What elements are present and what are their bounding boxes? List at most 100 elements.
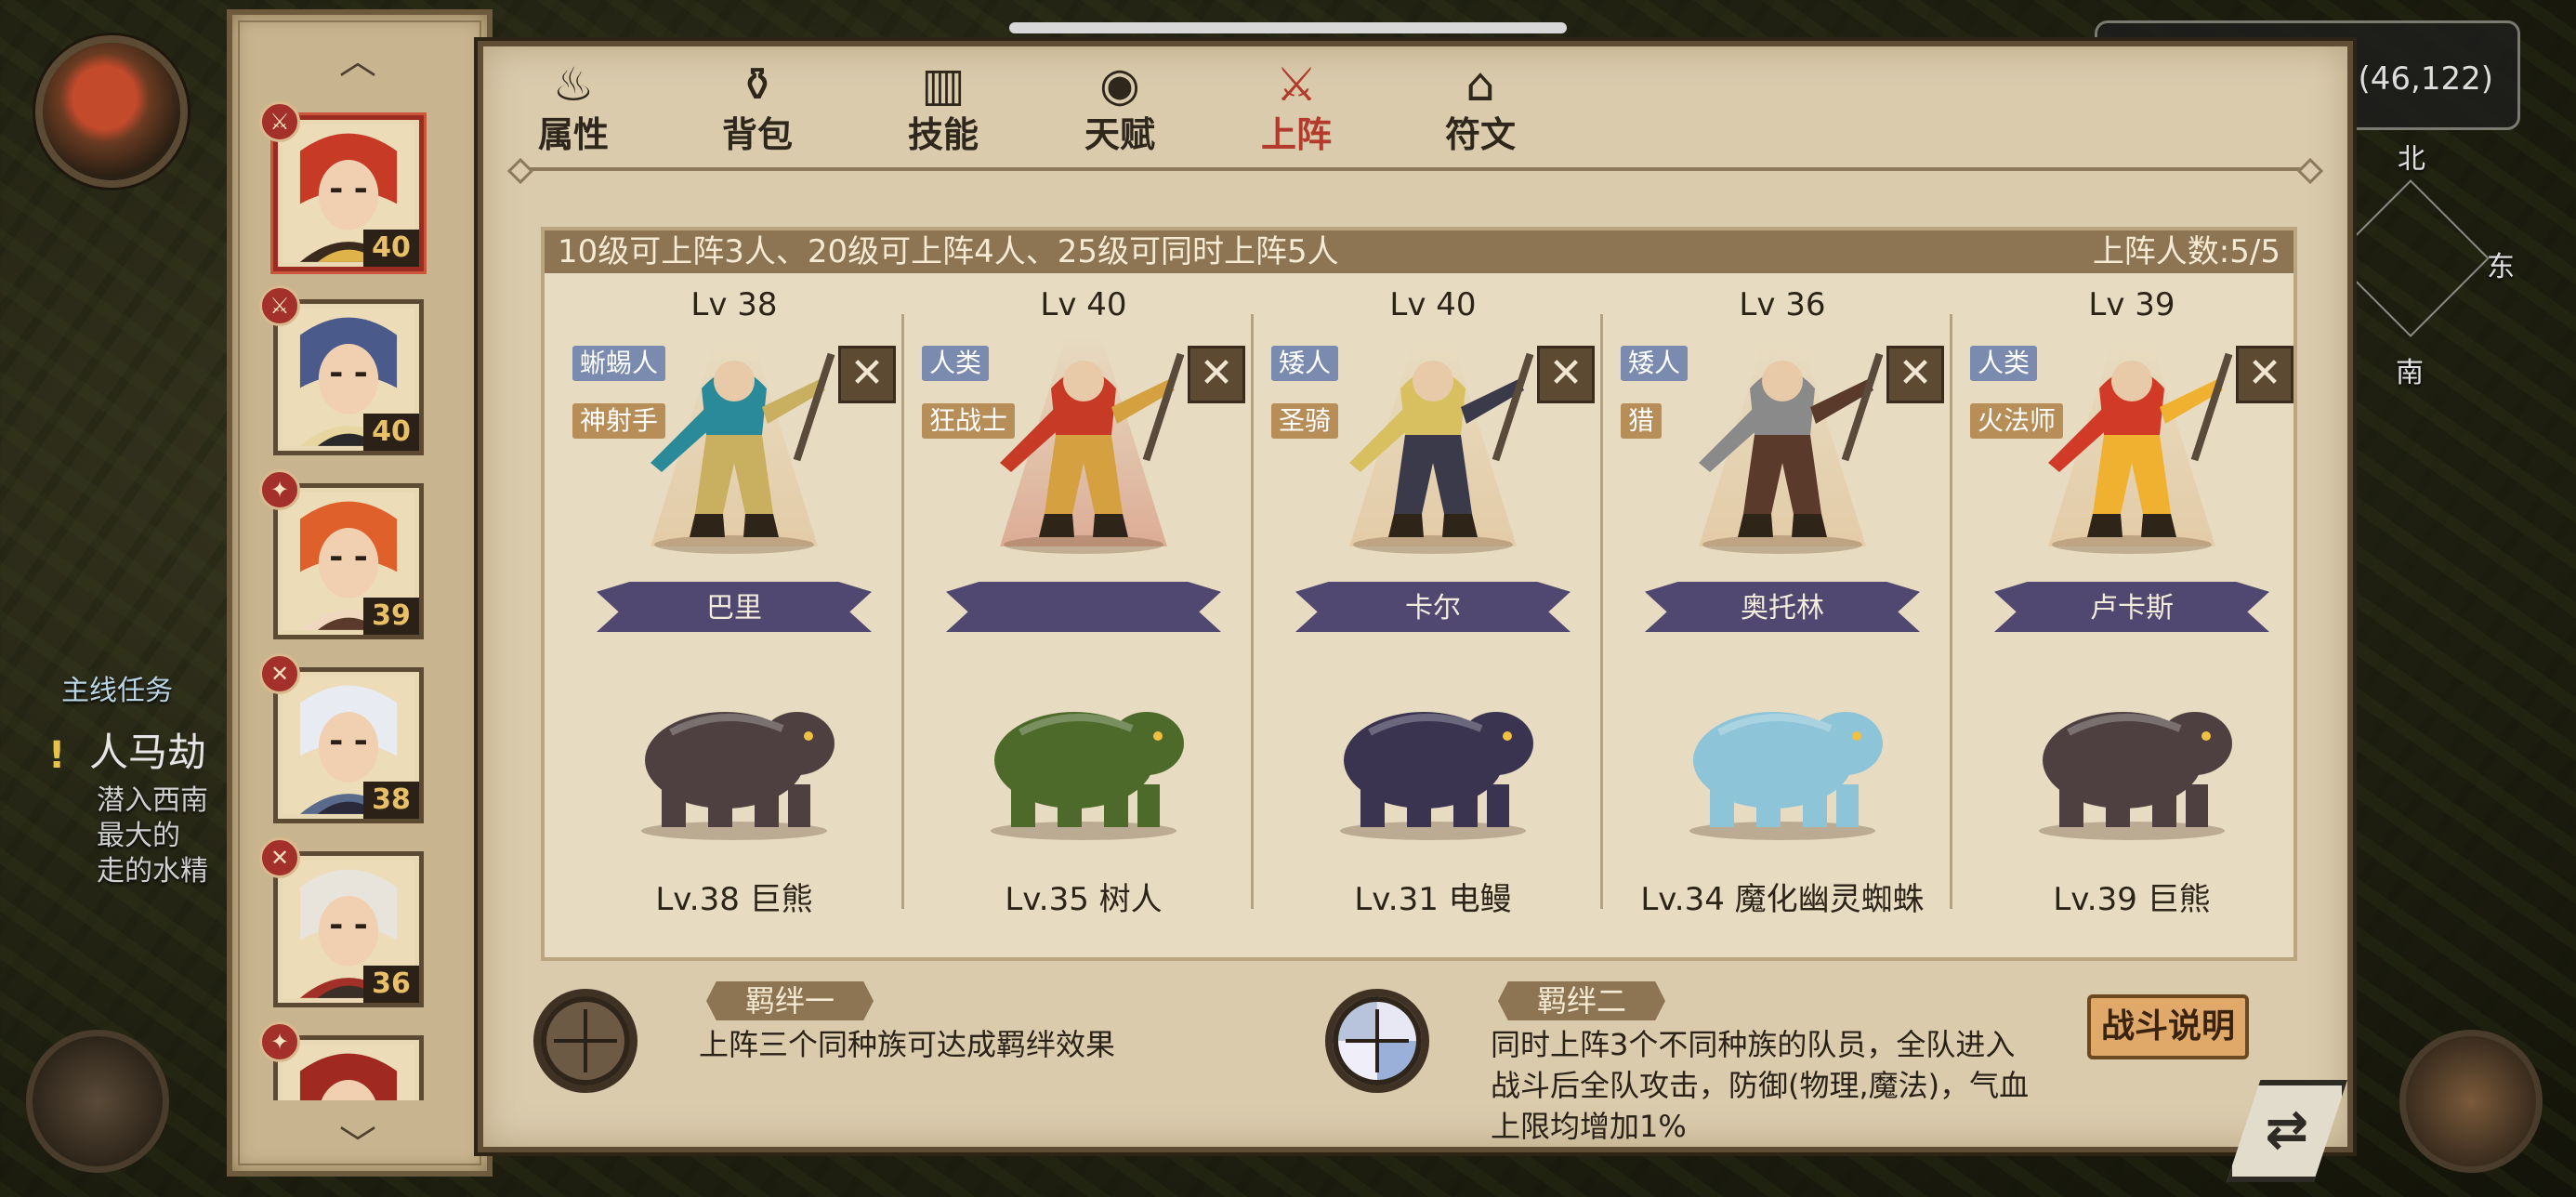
- lineup-rule-text: 10级可上阵3人、20级可上阵4人、25级可同时上阵5人: [558, 233, 1339, 270]
- lineup-slot[interactable]: Lv 38 蜥蜴人 神射手 ✕ 巴里 Lv.38 巨熊: [559, 286, 909, 955]
- hero-level-badge: 40: [363, 230, 419, 267]
- hero-portrait: [283, 1045, 414, 1100]
- hero-name: 奥托林: [1741, 592, 1824, 625]
- hero-level-badge: 38: [363, 782, 419, 819]
- tab-label: 属性: [537, 114, 609, 155]
- hero-figure[interactable]: [963, 323, 1204, 556]
- tab-flame[interactable]: ♨ 属性: [504, 54, 643, 165]
- bond-one-title: 羁绊一: [706, 981, 874, 1020]
- bond-one-icon[interactable]: [533, 989, 637, 1093]
- hero-card-orange-haired-mage[interactable]: ✦ 39: [259, 469, 424, 639]
- quest-title: 人马劫: [89, 730, 207, 775]
- hero-card-white-wolf-beast[interactable]: ✕ 38: [259, 653, 424, 823]
- chevron-down-icon[interactable]: ﹀: [330, 1126, 386, 1164]
- remove-hero-button[interactable]: ✕: [2236, 346, 2293, 403]
- slot-divider: [901, 314, 904, 909]
- remove-hero-button[interactable]: ✕: [1188, 346, 1245, 403]
- lineup-slot[interactable]: Lv 36 矮人猎 ✕ 奥托林 Lv.34 魔化幽灵蜘蛛: [1608, 286, 1957, 955]
- home-indicator: [1009, 22, 1567, 33]
- tab-book[interactable]: ▥ 技能: [874, 54, 1013, 165]
- tab-label: 背包: [721, 114, 793, 155]
- bond-two-line: 同时上阵3个不同种族的队员，全队进入: [1491, 1027, 2016, 1062]
- hero-figure[interactable]: [1662, 323, 1903, 556]
- hud-bag-button[interactable]: [26, 1030, 169, 1173]
- race-tag: 蜥蜴人: [572, 346, 666, 381]
- lineup-header: 10级可上阵3人、20级可上阵4人、25级可同时上阵5人 上阵人数:5/5: [545, 230, 2293, 273]
- pet-figure[interactable]: [1663, 658, 1901, 844]
- slot-hero-level: Lv 39: [2088, 286, 2175, 323]
- bond-two-description: 同时上阵3个不同种族的队员，全队进入 战斗后全队攻击，防御(物理,魔法)，气血 …: [1491, 1024, 2029, 1147]
- lineup-count: 上阵人数:5/5: [2092, 233, 2280, 270]
- hero-class-badge-icon: ✦: [259, 1021, 300, 1062]
- class-tag: 猎: [1621, 403, 1663, 439]
- hero-class-badge-icon: ✕: [259, 653, 300, 694]
- tab-crossed-swords[interactable]: ⚔ 上阵: [1227, 54, 1366, 165]
- hero-card-red-haired-warrior[interactable]: ⚔ 40: [259, 101, 424, 271]
- remove-hero-button[interactable]: ✕: [1886, 346, 1944, 403]
- race-tag: 矮人: [1621, 346, 1689, 381]
- lineup-slot[interactable]: Lv 40 矮人 圣骑 ✕ 卡尔 Lv.31 电鳗: [1258, 286, 1608, 955]
- quest-section-label: 主线任务: [61, 675, 173, 707]
- lineup-slot[interactable]: Lv 39 人类火法师 ✕ 卢卡斯 Lv.39 巨熊: [1957, 286, 2307, 955]
- hero-level-badge: 39: [363, 598, 419, 635]
- tab-bar: ♨ 属性 ⚱ 背包 ▥ 技能 ◉ 天赋 ⚔ 上阵 ⌂ 符文: [483, 46, 2347, 158]
- remove-hero-button[interactable]: ✕: [1537, 346, 1595, 403]
- bond-two-icon[interactable]: [1325, 989, 1429, 1093]
- quest-tracker[interactable]: 人马劫 潜入西南 最大的 走的水精: [48, 721, 234, 889]
- hero-class-badge-icon: ✕: [259, 837, 300, 878]
- hero-card-armored-knight[interactable]: ⚔ 40: [259, 285, 424, 455]
- slot-divider: [1251, 314, 1254, 909]
- hero-figure[interactable]: [2011, 323, 2253, 556]
- tab-label: 上阵: [1260, 114, 1332, 155]
- pet-name: Lv.34 魔化幽灵蜘蛛: [1640, 881, 1925, 918]
- tab-divider: [520, 167, 2310, 171]
- class-tag: 火法师: [1970, 403, 2064, 439]
- hero-name-banner: 卢卡斯: [1994, 582, 2269, 632]
- pet-figure[interactable]: [1314, 658, 1552, 844]
- hero-card-white-dwarf[interactable]: ✕ 36: [259, 837, 424, 1007]
- tab-bag[interactable]: ⚱ 背包: [688, 54, 827, 165]
- hero-name: [946, 582, 1221, 632]
- book-icon: ▥: [921, 58, 966, 112]
- hero-card-red-hat-figure[interactable]: ✦: [259, 1021, 424, 1100]
- pet-name: Lv.31 电鳗: [1354, 881, 1512, 918]
- chevron-up-icon[interactable]: ︿: [330, 43, 386, 80]
- hero-name-banner: 卡尔: [1295, 582, 1571, 632]
- quest-line: 最大的: [97, 820, 180, 852]
- pet-figure[interactable]: [965, 658, 1203, 844]
- hero-figure[interactable]: [1312, 323, 1554, 556]
- class-tag: 神射手: [572, 403, 666, 439]
- tab-label: 天赋: [1084, 114, 1155, 155]
- lineup-frame: 10级可上阵3人、20级可上阵4人、25级可同时上阵5人 上阵人数:5/5 Lv…: [541, 227, 2297, 961]
- bag-icon: ⚱: [738, 58, 777, 112]
- hero-name: 巴里: [706, 592, 762, 625]
- tab-label: 符文: [1444, 114, 1516, 155]
- pet-name: Lv.38 巨熊: [655, 881, 813, 918]
- crossed-swords-icon: ⚔: [1275, 58, 1318, 112]
- hero-name-banner: 奥托林: [1645, 582, 1920, 632]
- eye-icon: ◉: [1099, 58, 1140, 112]
- hero-list: ⚔ 40 ⚔ 40 ✦ 39 ✕ 38 ✕ 36 ✦: [232, 87, 487, 1100]
- pet-figure[interactable]: [2013, 658, 2251, 844]
- slot-hero-level: Lv 40: [1040, 286, 1127, 323]
- tab-rune[interactable]: ⌂ 符文: [1411, 54, 1550, 165]
- quest-line: 走的水精: [97, 855, 208, 888]
- bond-one-description: 上阵三个同种族可达成羁绊效果: [699, 1027, 1116, 1062]
- remove-hero-button[interactable]: ✕: [838, 346, 896, 403]
- pet-name: Lv.35 树人: [1005, 881, 1163, 918]
- battle-help-button[interactable]: 战斗说明: [2087, 994, 2249, 1059]
- tab-eye[interactable]: ◉ 天赋: [1050, 54, 1189, 165]
- lineup-slot[interactable]: Lv 40 人类 狂战士 ✕ Lv.35 树人: [909, 286, 1258, 955]
- hero-class-badge-icon: ⚔: [259, 285, 300, 326]
- class-tag: 圣骑: [1271, 403, 1339, 439]
- race-tag: 人类: [1970, 346, 2038, 381]
- flame-icon: ♨: [552, 58, 595, 112]
- compass-south: 南: [2396, 357, 2424, 389]
- pet-figure[interactable]: [615, 658, 853, 844]
- slot-hero-level: Lv 40: [1389, 286, 1477, 323]
- hero-level-badge: 36: [363, 966, 419, 1003]
- rune-icon: ⌂: [1465, 58, 1495, 112]
- pet-name: Lv.39 巨熊: [2053, 881, 2211, 918]
- hud-town-button[interactable]: [2399, 1030, 2543, 1173]
- player-portrait-icon[interactable]: [35, 35, 188, 188]
